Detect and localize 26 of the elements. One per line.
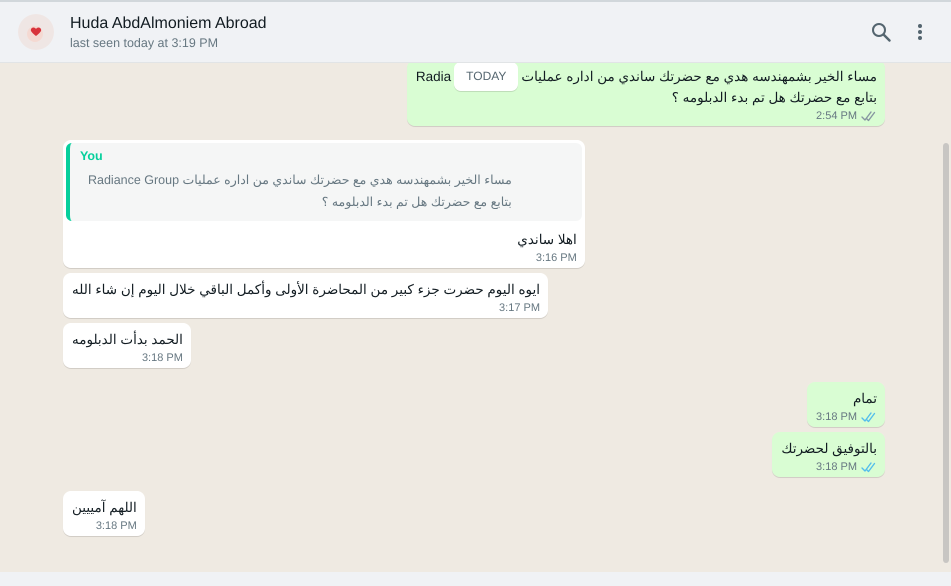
message-text: اللهم آمييين — [72, 498, 137, 518]
avatar-icon[interactable] — [18, 14, 54, 50]
message-time: 3:18 PM — [816, 411, 857, 423]
date-badge: TODAY — [454, 63, 518, 91]
message-text: ايوه اليوم حضرت جزء كبير من المحاضرة الأولى وأكمل الباقي خلال اليوم إن شاء الله — [72, 280, 540, 300]
message-text: تمام — [852, 390, 877, 408]
quote-text: مساء الخير بشمهندسه هدي مع حضرتك ساندي من اداره عمليات Radiance Group — [88, 172, 512, 189]
message-text: بتابع مع حضرتك هل تم بدء الدبلومه ؟ — [672, 89, 877, 108]
quote-text: بتابع مع حضرتك هل تم بدء الدبلومه ؟ — [320, 194, 512, 211]
message-text: الحمد بدأت الدبلومه — [72, 330, 183, 350]
message-text: اهلا ساندي — [517, 231, 577, 250]
last-seen-status: last seen today at 3:19 PM — [70, 36, 220, 50]
quote-author: You — [80, 149, 104, 163]
message-time: 3:18 PM — [816, 461, 857, 473]
menu-icon[interactable] — [917, 23, 923, 41]
scrollbar[interactable] — [943, 143, 949, 563]
search-icon[interactable] — [871, 22, 891, 42]
message-time: 3:17 PM — [499, 302, 540, 314]
message-time: 3:18 PM — [96, 520, 137, 532]
contact-name: Huda AbdAlmoniem Abroad — [70, 14, 268, 32]
message-time: 3:18 PM — [142, 352, 183, 364]
message-text: بالتوفيق لحضرتك — [781, 440, 877, 458]
message-time: 3:16 PM — [536, 252, 577, 264]
message-text: مساء الخير بشمهندسه هدي مع حضرتك ساندي من اداره عمليات — [521, 68, 877, 86]
message-text: Radia — [416, 68, 452, 86]
message-time: 2:54 PM — [816, 110, 857, 122]
